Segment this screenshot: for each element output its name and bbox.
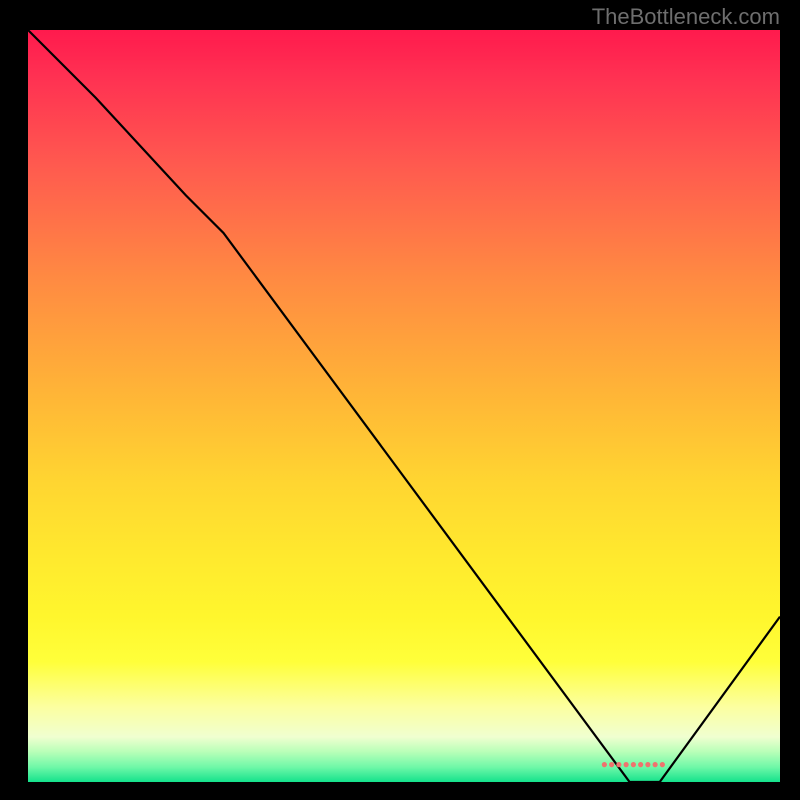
plot-area: ●●●●●●●●● [28, 30, 780, 782]
curve-path [28, 30, 780, 782]
chart-container: { "attribution": "TheBottleneck.com", "c… [0, 0, 800, 800]
line-plot [28, 30, 780, 782]
attribution-text: TheBottleneck.com [592, 4, 780, 30]
